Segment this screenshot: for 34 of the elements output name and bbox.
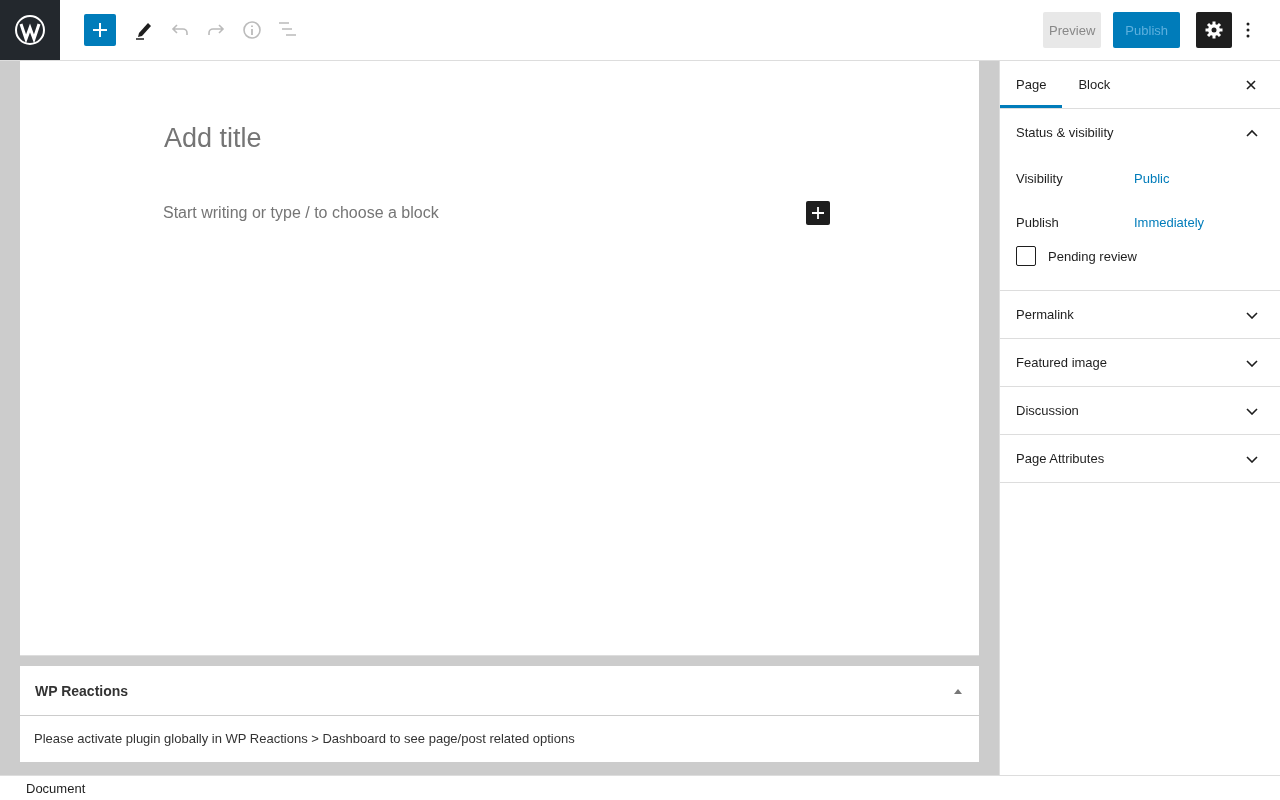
checkbox-label: Pending review	[1048, 248, 1137, 264]
chevron-icon[interactable]	[1246, 358, 1258, 367]
sidebar-tab[interactable]: Block	[1062, 61, 1127, 108]
plus-icon	[812, 207, 824, 219]
settings-icon	[1205, 21, 1223, 39]
panel-title[interactable]: Featured image	[1016, 355, 1108, 370]
panel-title[interactable]: Status & visibility	[1016, 125, 1114, 140]
panel-title[interactable]: Discussion	[1016, 403, 1079, 418]
breadcrumb[interactable]: Document	[26, 780, 86, 796]
settings-button[interactable]	[1196, 12, 1232, 48]
chevron-icon[interactable]	[1246, 406, 1258, 415]
chevron-icon[interactable]	[1246, 310, 1258, 319]
wordpress-logo-icon	[15, 15, 45, 45]
field-label: Publish	[1016, 214, 1060, 230]
field-value-link[interactable]: Public	[1134, 170, 1170, 186]
panel-title[interactable]: Permalink	[1016, 307, 1074, 322]
checkbox[interactable]	[1016, 246, 1036, 266]
panel-title[interactable]: Page Attributes	[1016, 451, 1105, 466]
more-options-icon[interactable]	[1246, 22, 1250, 38]
title-field[interactable]: Add title	[164, 123, 979, 159]
chevron-icon[interactable]	[1246, 128, 1258, 137]
block-inserter-button[interactable]	[806, 201, 830, 225]
add-block-button[interactable]	[84, 14, 116, 46]
metabox-title: WP Reactions	[35, 682, 129, 699]
triangle-icon[interactable]	[953, 687, 963, 694]
sidebar-tab[interactable]: Page	[1000, 61, 1063, 108]
field-value-link[interactable]: Immediately	[1134, 214, 1205, 230]
metabox-message: Please activate plugin globally in WP Reactions > Dashboard to see page/post related options	[34, 731, 575, 746]
plus-icon	[93, 23, 107, 37]
field-label: Visibility	[1016, 170, 1064, 186]
chevron-icon[interactable]	[1246, 454, 1258, 463]
close-icon[interactable]	[1246, 79, 1256, 90]
paragraph-block-field[interactable]: Start writing or type / to choose a block	[163, 204, 439, 222]
wordpress-logo[interactable]	[0, 0, 60, 60]
